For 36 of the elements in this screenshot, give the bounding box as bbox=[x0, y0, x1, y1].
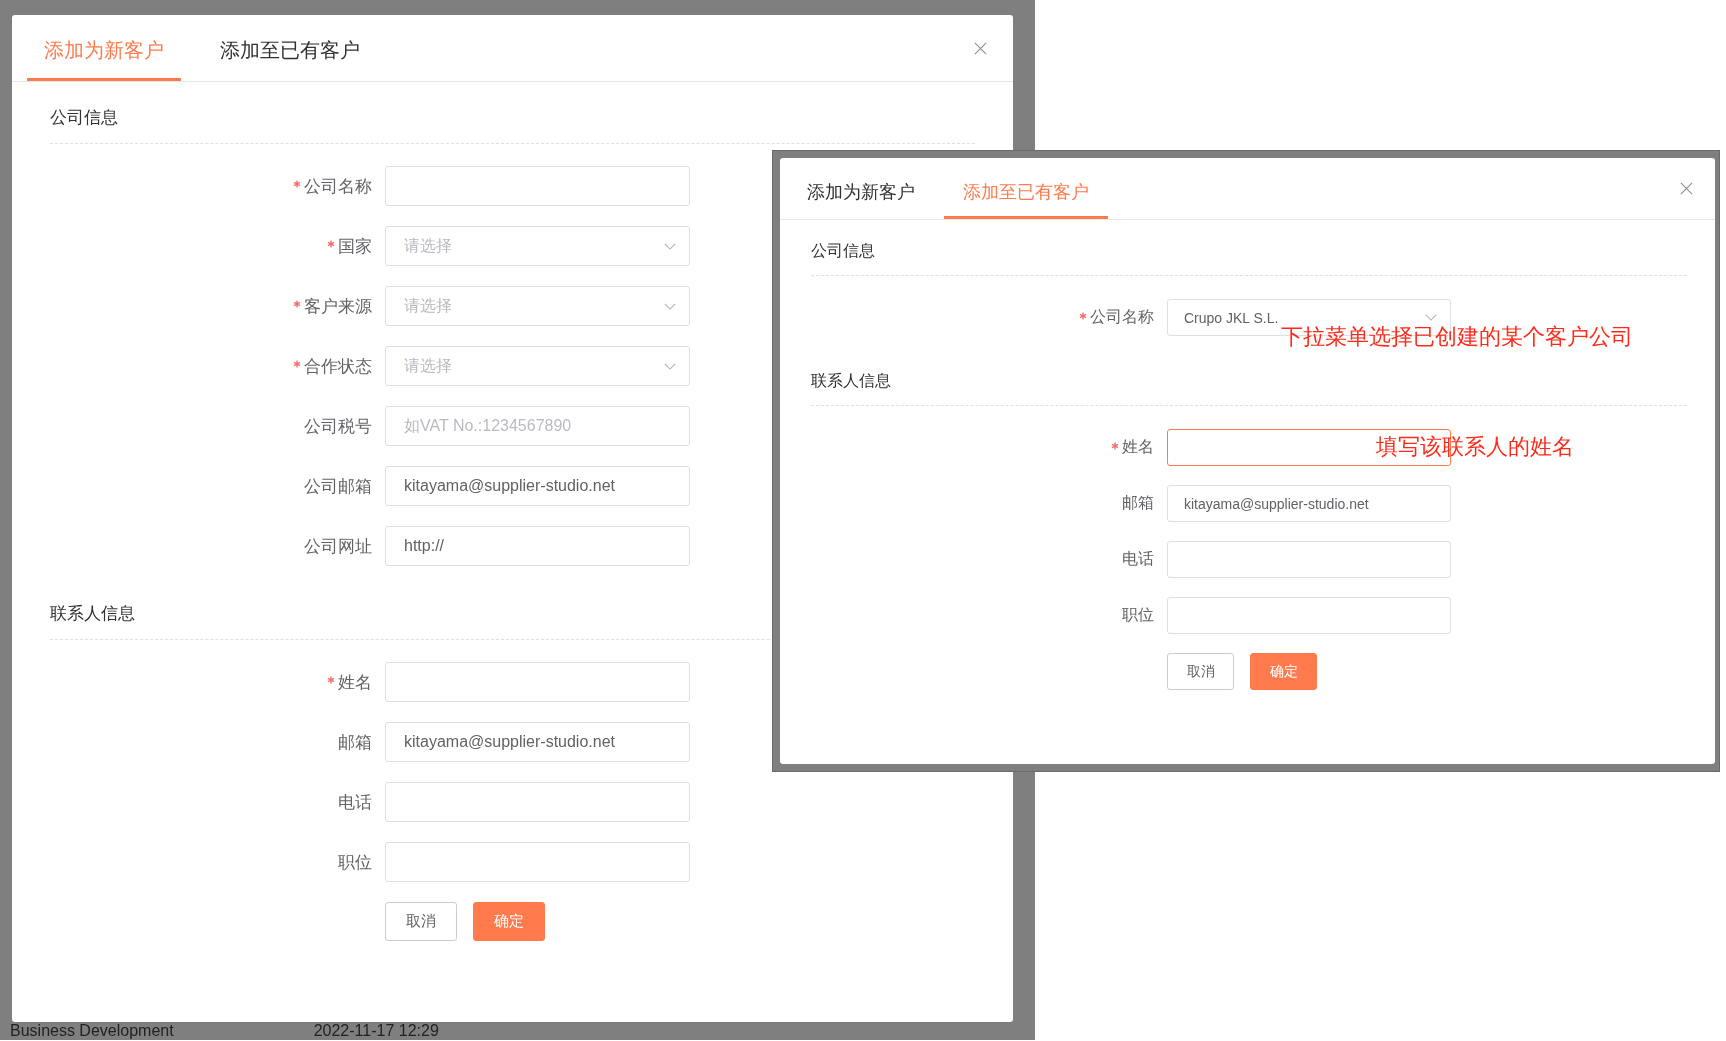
tab[interactable]: 添加为新客户 bbox=[788, 180, 934, 219]
field-label: 公司网址 bbox=[304, 535, 372, 558]
cancel-button[interactable]: 取消 bbox=[1167, 653, 1234, 690]
field-label: 邮箱 bbox=[1122, 493, 1154, 513]
chevron-down-icon bbox=[1425, 314, 1437, 321]
section-title: 联系人信息 bbox=[811, 372, 891, 389]
chevron-down-icon bbox=[664, 362, 676, 370]
chevron-down-icon bbox=[664, 242, 676, 250]
field-label: 邮箱 bbox=[338, 731, 372, 754]
close-icon[interactable] bbox=[974, 41, 987, 55]
input-field[interactable]: kitayama@supplier-studio.net bbox=[385, 466, 690, 506]
chevron-down-icon bbox=[664, 302, 676, 310]
field-label: 姓名 bbox=[338, 671, 372, 694]
field-label: 公司邮箱 bbox=[304, 475, 372, 498]
tab[interactable]: 添加至已有客户 bbox=[203, 37, 377, 81]
section-title: 公司信息 bbox=[50, 108, 118, 127]
field-label: 公司税号 bbox=[304, 415, 372, 438]
section-title: 联系人信息 bbox=[50, 604, 135, 623]
field-label: 职位 bbox=[338, 851, 372, 874]
input-field[interactable]: kitayama@supplier-studio.net bbox=[385, 722, 690, 762]
input-field[interactable]: kitayama@supplier-studio.net bbox=[1167, 485, 1451, 522]
field-label: 合作状态 bbox=[304, 355, 372, 378]
close-icon[interactable] bbox=[1680, 182, 1693, 195]
field-label: 国家 bbox=[338, 235, 372, 258]
cancel-button[interactable]: 取消 bbox=[385, 902, 457, 941]
field-label: 公司名称 bbox=[1090, 307, 1154, 327]
field-label: 客户来源 bbox=[304, 295, 372, 318]
field-label: 电话 bbox=[338, 791, 372, 814]
field-label: 职位 bbox=[1122, 605, 1154, 625]
section-title: 公司信息 bbox=[811, 242, 875, 259]
field-label: 电话 bbox=[1122, 549, 1154, 569]
background-text: 2022-11-17 12:29 bbox=[313, 1022, 439, 1040]
field-label: 公司名称 bbox=[304, 175, 372, 198]
field-label: 姓名 bbox=[1122, 437, 1154, 457]
input-field[interactable]: http:// bbox=[385, 526, 690, 566]
background-text: Business Development bbox=[10, 1022, 174, 1040]
